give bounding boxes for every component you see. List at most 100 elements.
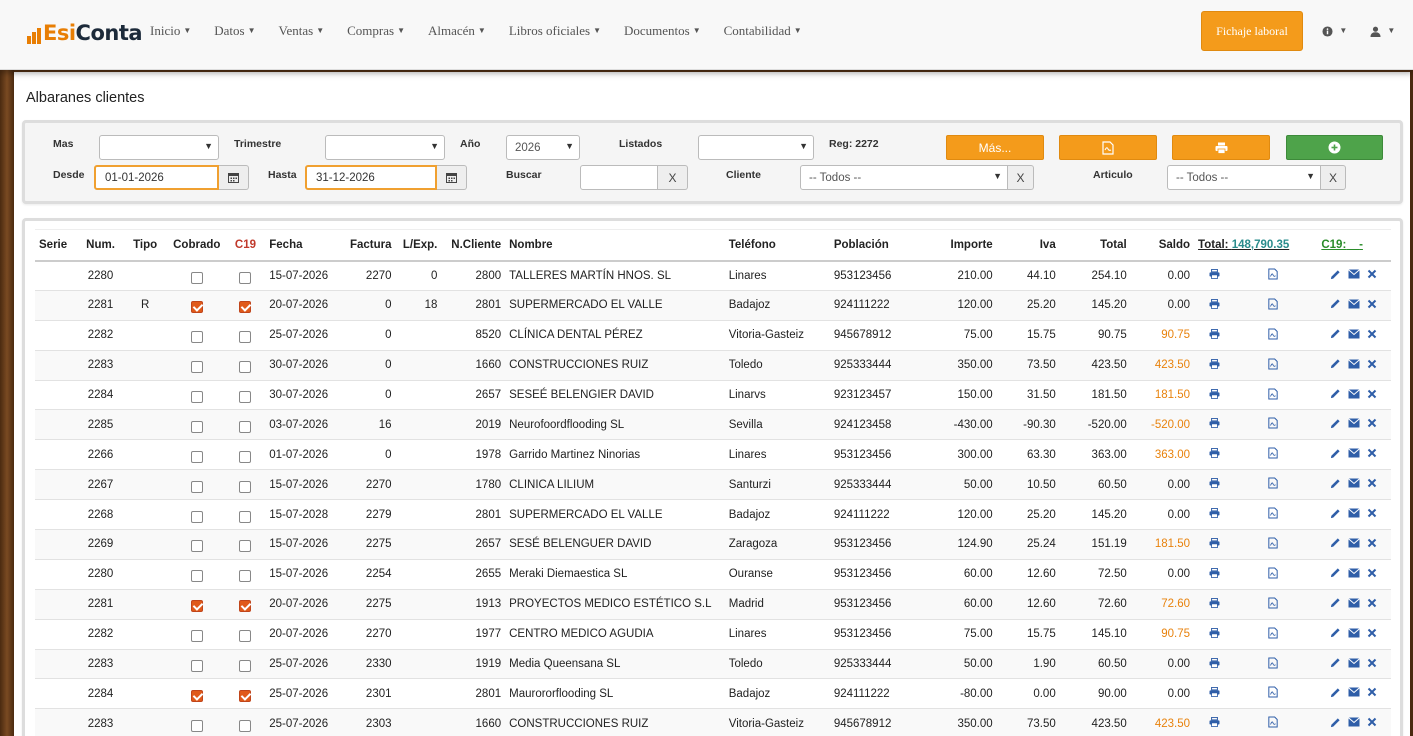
row-print-button[interactable] [1209, 507, 1220, 521]
row-edit-button[interactable] [1330, 537, 1341, 551]
col-telefono[interactable]: Teléfono [724, 229, 830, 262]
menu-item-compras[interactable]: Compras ▼ [347, 23, 405, 39]
hasta-date-input[interactable]: 31-12-2026 [305, 165, 437, 190]
col-total[interactable]: Total [1059, 229, 1131, 262]
c19-checkbox[interactable] [239, 480, 252, 493]
row-print-button[interactable] [1209, 388, 1220, 402]
articulo-clear-button[interactable]: X [1321, 165, 1346, 190]
cobrado-checkbox[interactable] [190, 510, 203, 523]
row-email-button[interactable] [1348, 329, 1360, 342]
col-serie[interactable]: Serie [35, 229, 79, 262]
row-delete-button[interactable] [1367, 329, 1377, 342]
col-ncliente[interactable]: N.Cliente [441, 229, 506, 262]
cliente-select[interactable]: -- Todos -- ▼ [800, 165, 1008, 190]
row-print-button[interactable] [1209, 418, 1220, 431]
table-row[interactable]: 2268 15-07-2028 2279 2801 SUPERMERCADO EL VA… [35, 499, 1391, 531]
row-pdf-button[interactable] [1268, 507, 1278, 522]
mas-options-button[interactable]: Más... [946, 135, 1044, 160]
row-delete-button[interactable] [1367, 687, 1377, 700]
row-edit-button[interactable] [1330, 328, 1341, 342]
c19-checkbox[interactable] [239, 689, 252, 702]
row-pdf-button[interactable] [1268, 417, 1278, 432]
table-row[interactable]: 2283 30-07-2026 0 1660 CONSTRUCCIONES RUIZ To… [35, 350, 1391, 381]
c19-checkbox[interactable] [239, 510, 252, 523]
row-print-button[interactable] [1209, 567, 1220, 581]
cobrado-checkbox[interactable] [190, 271, 203, 284]
cobrado-checkbox[interactable] [190, 361, 203, 374]
row-delete-button[interactable] [1367, 269, 1377, 282]
c19-checkbox[interactable] [239, 420, 252, 433]
cobrado-checkbox[interactable] [190, 600, 203, 613]
row-email-button[interactable] [1348, 598, 1360, 611]
col-cobrado[interactable]: Cobrado [167, 229, 226, 262]
row-delete-button[interactable] [1367, 389, 1377, 402]
pdf-export-button[interactable] [1059, 135, 1157, 160]
desde-calendar-button[interactable] [219, 165, 249, 190]
menu-item-ventas[interactable]: Ventas ▼ [279, 23, 325, 39]
menu-item-contabilidad[interactable]: Contabilidad ▼ [724, 23, 802, 39]
row-delete-button[interactable] [1367, 359, 1377, 372]
row-delete-button[interactable] [1367, 448, 1377, 461]
row-email-button[interactable] [1348, 687, 1360, 700]
table-row[interactable]: 2269 15-07-2026 2275 2657 SESÉ BELENGUER DAV… [35, 529, 1391, 560]
c19-checkbox[interactable] [239, 540, 252, 553]
articulo-select[interactable]: -- Todos -- ▼ [1167, 165, 1321, 190]
row-email-button[interactable] [1348, 388, 1360, 402]
c19-checkbox[interactable] [239, 331, 252, 344]
row-pdf-button[interactable] [1268, 627, 1278, 642]
row-edit-button[interactable] [1330, 388, 1341, 402]
col-num[interactable]: Num. [78, 229, 123, 262]
menu-item-inicio[interactable]: Inicio ▼ [150, 23, 191, 39]
menu-item-datos[interactable]: Datos ▼ [214, 23, 255, 39]
row-delete-button[interactable] [1367, 538, 1377, 551]
row-email-button[interactable] [1348, 448, 1360, 461]
col-c19[interactable]: C19 [225, 229, 266, 262]
row-print-button[interactable] [1209, 717, 1220, 730]
help-menu[interactable]: ▼ [1322, 24, 1347, 38]
row-edit-button[interactable] [1330, 298, 1341, 312]
cobrado-checkbox[interactable] [190, 420, 203, 433]
row-edit-button[interactable] [1330, 657, 1341, 671]
table-row[interactable]: 2280 15-07-2026 2270 0 2800 TALLERES MARTÍN H… [35, 260, 1391, 291]
col-iva[interactable]: Iva [996, 229, 1060, 262]
row-email-button[interactable] [1348, 657, 1360, 671]
col-poblacion[interactable]: Población [829, 229, 921, 262]
cobrado-checkbox[interactable] [190, 450, 203, 463]
col-nombre[interactable]: Nombre [505, 229, 725, 262]
c19-checkbox[interactable] [239, 719, 252, 732]
row-pdf-button[interactable] [1268, 657, 1278, 672]
brand-logo[interactable]: EsiConta [27, 18, 143, 44]
cobrado-checkbox[interactable] [190, 480, 203, 493]
table-row[interactable]: 2282 25-07-2026 0 8520 CLÍNICA DENTAL PÉREZ V… [35, 320, 1391, 351]
row-pdf-button[interactable] [1268, 388, 1278, 403]
row-edit-button[interactable] [1330, 448, 1341, 462]
row-delete-button[interactable] [1367, 568, 1377, 581]
desde-date-input[interactable]: 01-01-2026 [94, 165, 219, 190]
cobrado-checkbox[interactable] [190, 301, 203, 314]
add-button[interactable] [1286, 135, 1383, 160]
table-row[interactable]: 2284 30-07-2026 0 2657 SESEÉ BELENGIER DAVID… [35, 380, 1391, 411]
table-row[interactable]: 2281 20-07-2026 2275 1913 PROYECTOS MEDICO E… [35, 589, 1391, 620]
row-print-button[interactable] [1209, 537, 1220, 551]
table-row[interactable]: 2283 25-07-2026 2330 1919 Media Queensana SL… [35, 649, 1391, 680]
row-edit-button[interactable] [1330, 627, 1341, 641]
row-edit-button[interactable] [1330, 567, 1341, 581]
row-email-button[interactable] [1348, 299, 1360, 312]
col-lexp[interactable]: L/Exp. [395, 229, 442, 262]
fichaje-laboral-button[interactable]: Fichaje laboral [1201, 11, 1303, 51]
row-pdf-button[interactable] [1268, 477, 1278, 492]
row-print-button[interactable] [1209, 478, 1220, 491]
col-fecha[interactable]: Fecha [265, 229, 333, 262]
row-delete-button[interactable] [1367, 628, 1377, 641]
row-edit-button[interactable] [1330, 358, 1341, 372]
table-row[interactable]: 2285 03-07-2026 16 2019 Neurofoordflooding S… [35, 409, 1391, 441]
row-pdf-button[interactable] [1268, 686, 1278, 701]
row-pdf-button[interactable] [1268, 298, 1278, 313]
row-edit-button[interactable] [1330, 687, 1341, 701]
cobrado-checkbox[interactable] [190, 719, 203, 732]
cobrado-checkbox[interactable] [190, 660, 203, 672]
row-email-button[interactable] [1348, 418, 1360, 431]
row-email-button[interactable] [1348, 568, 1360, 581]
row-pdf-button[interactable] [1268, 328, 1278, 343]
c19-checkbox[interactable] [239, 630, 252, 643]
